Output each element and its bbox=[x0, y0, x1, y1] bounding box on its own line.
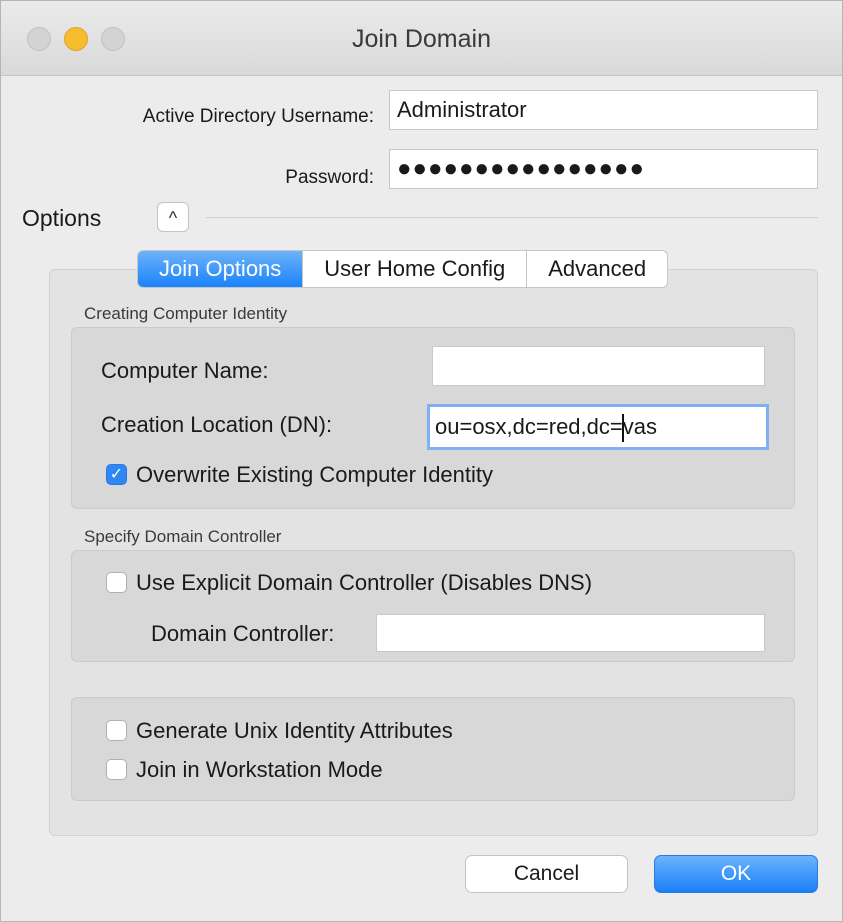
tab-join-options[interactable]: Join Options bbox=[138, 251, 304, 287]
tab-user-home-config[interactable]: User Home Config bbox=[303, 251, 528, 287]
creation-location-text-rest: vas bbox=[622, 414, 657, 439]
username-field[interactable]: Administrator bbox=[389, 90, 818, 130]
domain-controller-label: Domain Controller: bbox=[151, 621, 335, 646]
misc-options-box bbox=[71, 697, 795, 801]
unix-attributes-checkbox[interactable] bbox=[106, 720, 127, 741]
identity-section-title: Creating Computer Identity bbox=[84, 304, 288, 323]
ok-button[interactable]: OK bbox=[654, 855, 818, 893]
explicit-dc-label[interactable]: Use Explicit Domain Controller (Disables… bbox=[136, 570, 592, 596]
computer-name-label: Computer Name: bbox=[101, 358, 269, 383]
checkmark-icon: ✓ bbox=[109, 466, 124, 483]
password-field[interactable]: ●●●●●●●●●●●●●●●● bbox=[389, 149, 818, 189]
overwrite-checkbox[interactable]: ✓ bbox=[106, 464, 127, 485]
options-divider bbox=[206, 217, 818, 218]
computer-name-field[interactable] bbox=[432, 346, 765, 386]
tab-bar: Join Options User Home Config Advanced bbox=[137, 250, 669, 288]
username-label: Active Directory Username: bbox=[142, 106, 374, 127]
creation-location-label: Creation Location (DN): bbox=[101, 412, 333, 437]
workstation-mode-label[interactable]: Join in Workstation Mode bbox=[136, 757, 383, 783]
options-disclosure-button[interactable]: ^ bbox=[157, 202, 189, 232]
overwrite-label[interactable]: Overwrite Existing Computer Identity bbox=[136, 462, 493, 488]
domain-controller-section-title: Specify Domain Controller bbox=[84, 527, 282, 546]
unix-attributes-label[interactable]: Generate Unix Identity Attributes bbox=[136, 718, 453, 744]
domain-controller-field[interactable] bbox=[376, 614, 765, 652]
creation-location-text: ou=osx,dc=red,dc= bbox=[435, 414, 623, 439]
title-bar: Join Domain bbox=[1, 1, 842, 76]
workstation-mode-checkbox[interactable] bbox=[106, 759, 127, 780]
window-title: Join Domain bbox=[352, 25, 491, 53]
password-label: Password: bbox=[285, 167, 374, 188]
tab-advanced[interactable]: Advanced bbox=[527, 251, 667, 287]
creation-location-field[interactable]: ou=osx,dc=red,dc=vas bbox=[427, 404, 769, 450]
chevron-up-icon: ^ bbox=[168, 208, 178, 228]
options-label: Options bbox=[22, 205, 102, 231]
cancel-button[interactable]: Cancel bbox=[465, 855, 628, 893]
join-domain-window: Join Domain Active Directory Username: A… bbox=[0, 0, 843, 922]
explicit-dc-checkbox[interactable] bbox=[106, 572, 127, 593]
